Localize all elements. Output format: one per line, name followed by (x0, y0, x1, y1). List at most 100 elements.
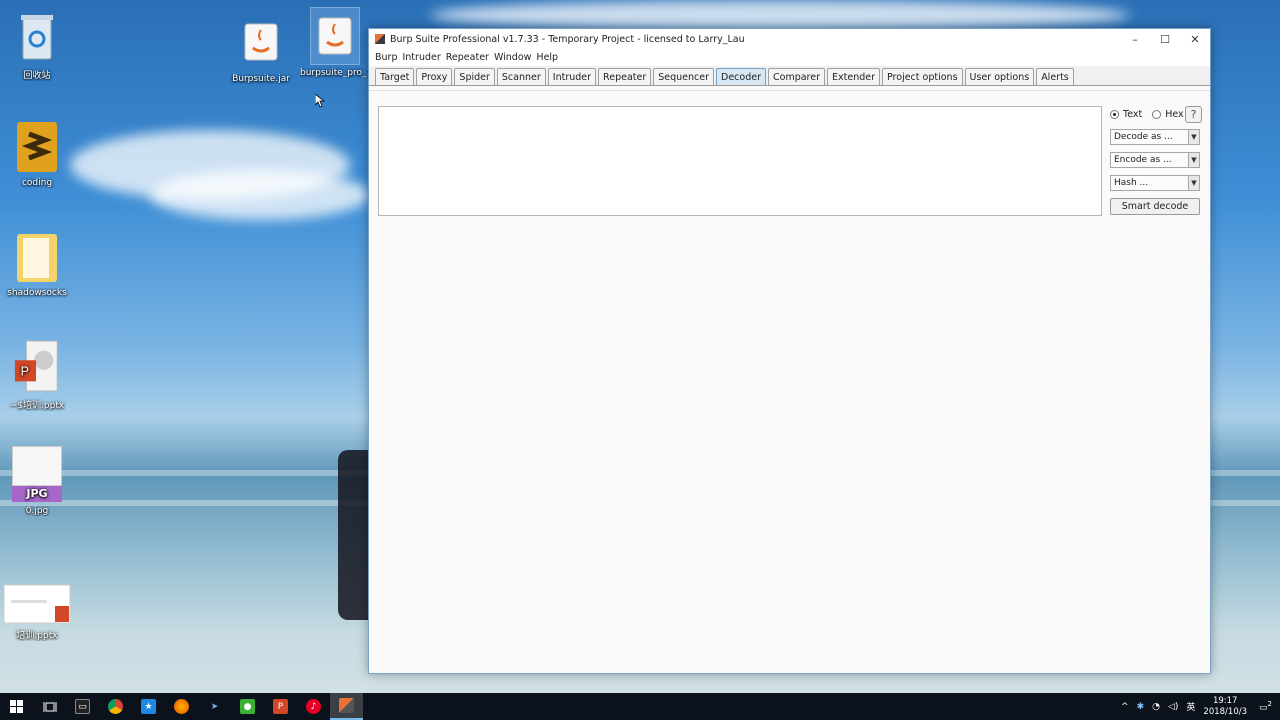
mouse-cursor-icon (314, 93, 326, 111)
taskbar-burp[interactable] (330, 693, 363, 720)
tab-proxy[interactable]: Proxy (416, 68, 453, 85)
clock-time: 19:17 (1212, 695, 1238, 706)
hex-radio-label: Hex (1165, 108, 1184, 120)
terminal-icon: ▭ (75, 699, 90, 714)
desktop-icon-burpsuite-pro[interactable]: burpsuite_pro_1... (300, 7, 370, 78)
burp-icon (339, 698, 354, 713)
chevron-down-icon: ▼ (1188, 176, 1199, 190)
tab-target[interactable]: Target (375, 68, 415, 85)
taskbar-wechat[interactable]: ● (231, 693, 264, 720)
volume-icon[interactable]: ◁) (1168, 702, 1178, 712)
tab-alerts[interactable]: Alerts (1036, 68, 1074, 85)
decode-as-select[interactable]: Decode as ... ▼ (1110, 129, 1200, 145)
taskbar-chrome[interactable] (99, 693, 132, 720)
menu-intruder[interactable]: Intruder (402, 52, 440, 63)
chevron-up-icon[interactable]: ^ (1121, 702, 1129, 712)
title-bar[interactable]: Burp Suite Professional v1.7.33 - Tempor… (369, 29, 1210, 49)
tab-extender[interactable]: Extender (827, 68, 880, 85)
encode-as-select[interactable]: Encode as ... ▼ (1110, 152, 1200, 168)
burp-window: Burp Suite Professional v1.7.33 - Tempor… (368, 28, 1211, 674)
text-radio[interactable] (1110, 109, 1119, 119)
taskbar: ▭ ★ ➤ ● P ♪ ^ ✱ ◔ ◁) 英 19:17 2018/10/3 ▭… (0, 693, 1280, 720)
chevron-down-icon: ▼ (1188, 153, 1199, 167)
menu-bar: Burp Intruder Repeater Window Help (369, 49, 1210, 66)
desktop-icon-pptx-temp[interactable]: P ~$培训.pptx (2, 338, 72, 411)
desktop-icon-label: 0.jpg (25, 506, 49, 516)
help-button[interactable]: ? (1185, 105, 1202, 123)
hex-radio[interactable] (1152, 109, 1162, 119)
desktop-icon-label: Burpsuite.jar (232, 74, 290, 84)
taskbar-app-blue[interactable]: ★ (132, 693, 165, 720)
hash-value: Hash ... (1114, 178, 1149, 188)
clock-date: 2018/10/3 (1203, 706, 1248, 717)
image-file-icon: JPG (12, 446, 62, 502)
music-icon: ♪ (306, 699, 321, 714)
decoder-controls: Text Hex ? Decode as ... ▼ Encode as ...… (1110, 105, 1202, 215)
cloud (150, 170, 370, 220)
close-button[interactable]: ✕ (1180, 29, 1210, 49)
taskbar-netease-music[interactable]: ♪ (297, 693, 330, 720)
folder-icon (13, 228, 61, 284)
java-jar-icon (310, 7, 360, 65)
firefox-icon (174, 699, 189, 714)
desktop-icon-label: 培训.pptx (16, 631, 58, 641)
tab-intruder[interactable]: Intruder (547, 68, 597, 85)
sublime-folder-icon (13, 118, 61, 174)
maximize-button[interactable]: ☐ (1150, 29, 1180, 49)
taskbar-app-arrow[interactable]: ➤ (198, 693, 231, 720)
text-radio-label: Text (1123, 108, 1143, 120)
desktop-icon-label: burpsuite_pro_1... (300, 68, 370, 78)
tab-comparer[interactable]: Comparer (768, 68, 825, 85)
tab-user-options[interactable]: User options (964, 68, 1035, 85)
smart-decode-button[interactable]: Smart decode (1110, 198, 1200, 215)
desktop-icon-recycle-bin[interactable]: 回收站 (2, 8, 72, 81)
window-title: Burp Suite Professional v1.7.33 - Tempor… (390, 33, 745, 45)
desktop-icon-burpsuite-jar[interactable]: Burpsuite.jar (226, 14, 296, 84)
recycle-bin-icon (13, 8, 61, 64)
system-tray: ^ ✱ ◔ ◁) 英 19:17 2018/10/3 ▭2 (1117, 693, 1280, 720)
arrow-app-icon: ➤ (210, 701, 219, 712)
desktop-icon-pptx[interactable]: 培训.pptx (2, 584, 72, 641)
desktop-icon-label: 回收站 (23, 71, 51, 81)
tab-project-options[interactable]: Project options (882, 68, 963, 85)
windows-logo-icon (10, 700, 23, 713)
chrome-icon (108, 699, 123, 714)
start-button[interactable] (0, 693, 33, 720)
input-language[interactable]: 英 (1186, 700, 1195, 713)
encode-as-value: Encode as ... (1114, 155, 1172, 165)
menu-burp[interactable]: Burp (375, 52, 397, 63)
menu-window[interactable]: Window (494, 52, 531, 63)
clock[interactable]: 19:17 2018/10/3 (1203, 696, 1247, 718)
tab-spider[interactable]: Spider (454, 68, 495, 85)
tab-bar: Target Proxy Spider Scanner Intruder Rep… (369, 66, 1210, 86)
bluetooth-icon[interactable]: ✱ (1137, 702, 1145, 712)
minimize-button[interactable]: – (1120, 29, 1150, 49)
task-view-button[interactable] (33, 693, 66, 720)
desktop-icon-label: shadowsocks (7, 288, 67, 298)
menu-repeater[interactable]: Repeater (446, 52, 489, 63)
tab-scanner[interactable]: Scanner (496, 68, 546, 85)
hash-select[interactable]: Hash ... ▼ (1110, 175, 1200, 191)
taskbar-powerpoint[interactable]: P (264, 693, 297, 720)
burp-app-icon (375, 34, 385, 44)
notification-icon[interactable]: ▭2 (1259, 700, 1272, 713)
task-view-icon (43, 701, 56, 712)
taskbar-terminal[interactable]: ▭ (66, 693, 99, 720)
star-app-icon: ★ (141, 699, 156, 714)
menu-help[interactable]: Help (536, 52, 558, 63)
svg-text:P: P (21, 365, 29, 379)
java-jar-icon (237, 14, 285, 70)
divider (369, 90, 1210, 91)
tab-sequencer[interactable]: Sequencer (653, 68, 715, 85)
network-icon[interactable]: ◔ (1152, 702, 1160, 712)
chevron-down-icon: ▼ (1188, 130, 1199, 144)
tab-decoder[interactable]: Decoder (716, 68, 766, 85)
desktop-icon-coding[interactable]: coding (2, 118, 72, 188)
desktop-icon-label: coding (21, 178, 53, 188)
taskbar-firefox[interactable] (165, 693, 198, 720)
decoder-input[interactable] (378, 106, 1102, 216)
powerpoint-thumbnail-icon (3, 584, 71, 624)
tab-repeater[interactable]: Repeater (598, 68, 652, 85)
desktop-icon-jpg[interactable]: JPG 0.jpg (2, 446, 72, 516)
desktop-icon-shadowsocks[interactable]: shadowsocks (2, 228, 72, 298)
